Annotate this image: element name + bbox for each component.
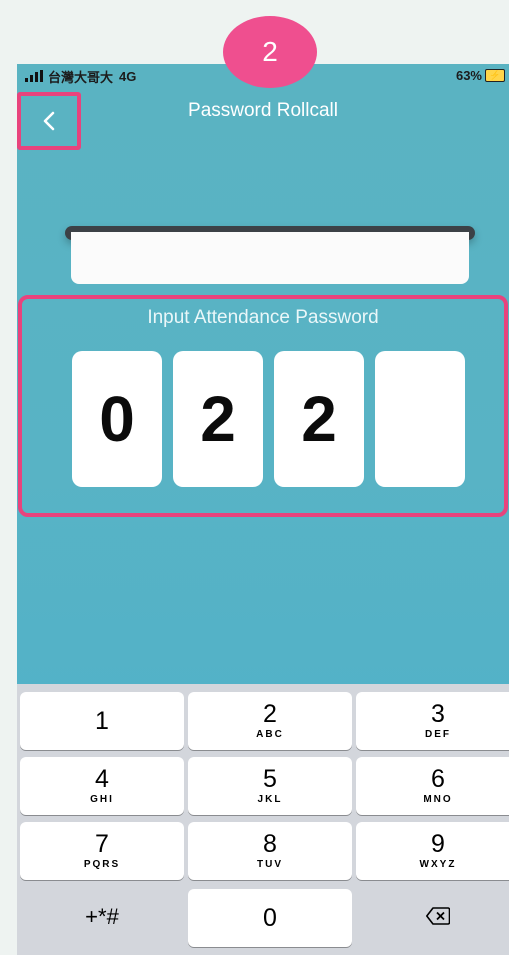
carrier-name: 台灣大哥大 xyxy=(48,69,114,85)
key-digit: 0 xyxy=(263,903,277,932)
numeric-keypad: 1 2 ABC 3 DEF 4 GHI 5 JKL 6 MNO 7 PQRS 8… xyxy=(17,684,509,955)
key-6[interactable]: 6 MNO xyxy=(356,757,509,815)
key-7[interactable]: 7 PQRS xyxy=(20,822,184,880)
key-digit: 9 xyxy=(431,830,445,858)
key-letters: JKL xyxy=(257,794,283,805)
key-letters: MNO xyxy=(423,794,453,805)
key-digit: 8 xyxy=(263,830,277,858)
digit-box-1[interactable]: 0 xyxy=(72,351,162,487)
step-number-badge: 2 xyxy=(223,16,317,88)
key-letters: PQRS xyxy=(83,859,121,870)
key-letters: WXYZ xyxy=(419,859,457,870)
key-symbols[interactable]: +*# xyxy=(20,887,184,945)
page-title: Password Rollcall xyxy=(188,100,338,121)
key-letters: TUV xyxy=(257,859,283,870)
key-digit: 4 xyxy=(95,765,109,793)
digit-box-2[interactable]: 2 xyxy=(173,351,263,487)
key-5[interactable]: 5 JKL xyxy=(188,757,352,815)
key-letters: DEF xyxy=(425,729,451,740)
battery-status: 63% ⚡ xyxy=(456,68,505,83)
key-digit: 2 xyxy=(263,700,277,728)
key-8[interactable]: 8 TUV xyxy=(188,822,352,880)
battery-percent: 63% xyxy=(455,68,482,83)
key-0[interactable]: 0 xyxy=(188,889,352,947)
phone-screen: 台灣大哥大 4G 63% ⚡ Password Rollcall Input A… xyxy=(17,64,509,955)
key-digit: 1 xyxy=(95,706,109,735)
digit-box-4[interactable] xyxy=(375,351,465,487)
key-letters: GHI xyxy=(90,794,114,805)
key-digit: 5 xyxy=(263,765,277,793)
key-digit: 7 xyxy=(95,830,109,858)
signal-strength-icon xyxy=(25,70,43,82)
key-1[interactable]: 1 xyxy=(20,692,184,750)
network-type: 4G xyxy=(119,68,137,84)
key-delete[interactable] xyxy=(356,887,509,945)
key-4[interactable]: 4 GHI xyxy=(20,757,184,815)
digit-box-3[interactable]: 2 xyxy=(274,351,364,487)
password-prompt: Input Attendance Password xyxy=(147,307,379,328)
key-2[interactable]: 2 ABC xyxy=(188,692,352,750)
paper-card xyxy=(71,232,469,284)
key-digit: 3 xyxy=(431,700,445,728)
key-3[interactable]: 3 DEF xyxy=(356,692,509,750)
backspace-icon xyxy=(426,907,450,925)
key-letters: ABC xyxy=(256,729,284,740)
key-digit: 6 xyxy=(431,765,445,793)
key-9[interactable]: 9 WXYZ xyxy=(356,822,509,880)
battery-charging-icon: ⚡ xyxy=(485,69,505,82)
key-symbols-label: +*# xyxy=(85,903,119,929)
